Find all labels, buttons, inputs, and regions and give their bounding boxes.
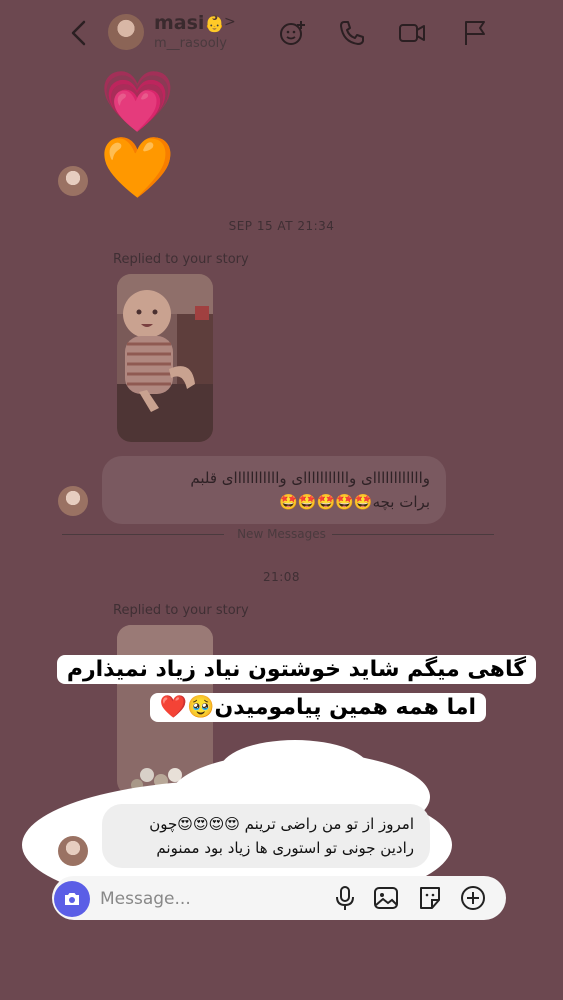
timestamp: SEP 15 AT 21:34 [228,219,335,233]
effects-button[interactable] [278,18,308,48]
sender-avatar [58,836,88,866]
profile-avatar[interactable] [108,14,144,50]
video-camera-icon [399,24,425,42]
phone-icon [340,21,364,45]
sender-avatar [58,486,88,516]
overlay-caption: اما همه همین پیامومیدن🥹❤️ [149,693,486,722]
message-text: رادین جونی تو استوری ها زیاد بود ممنونم [156,839,414,857]
chevron-left-icon [71,20,86,46]
plus-circle-icon [461,886,485,910]
voice-button[interactable] [331,884,359,912]
heart-message-pink[interactable]: 💗 [100,72,175,132]
overlay-caption: گاهی میگم شاید خوشتون نیاد زیاد نمیذارم [56,655,536,684]
profile-name[interactable]: masi👶 [154,12,224,34]
divider [332,534,494,535]
highlight-overlay [220,740,370,800]
call-button[interactable] [337,18,367,48]
message-bubble[interactable]: امروز از تو من راضی ترینم 😍😍😍😍چون رادین … [102,804,430,868]
sticker-icon [420,887,440,909]
story-thumbnail[interactable] [117,274,213,442]
sticker-button[interactable] [416,884,444,912]
flag-icon [465,21,485,45]
sender-avatar [58,166,88,196]
replied-to-story-label: Replied to your story [113,252,249,267]
message-bubble[interactable]: واااااااااااای وااااااااااای واااااااااا… [102,456,446,524]
smiley-plus-icon [280,21,305,45]
camera-button[interactable] [54,881,90,917]
report-button[interactable] [460,18,490,48]
more-button[interactable] [459,884,487,912]
chevron-right-icon: > [224,14,236,30]
video-call-button[interactable] [397,18,427,48]
replied-to-story-label: Replied to your story [113,603,249,618]
heart-message-orange[interactable]: 🧡 [100,138,175,198]
message-input[interactable]: Message... [100,889,191,909]
image-icon [374,887,398,909]
camera-icon [65,893,79,905]
message-text: واااااااااااای وااااااااااای واااااااااا… [190,469,430,487]
story-photo-baby [117,274,213,442]
microphone-icon [336,886,354,910]
message-text: برات بچه🤩🤩🤩🤩🤩 [279,493,430,511]
back-button[interactable] [66,18,92,48]
timestamp: 21:08 [262,570,301,584]
gallery-button[interactable] [372,884,400,912]
profile-username: m__rasooly [154,36,227,51]
message-text: امروز از تو من راضی ترینم 😍😍😍😍چون [149,815,414,833]
